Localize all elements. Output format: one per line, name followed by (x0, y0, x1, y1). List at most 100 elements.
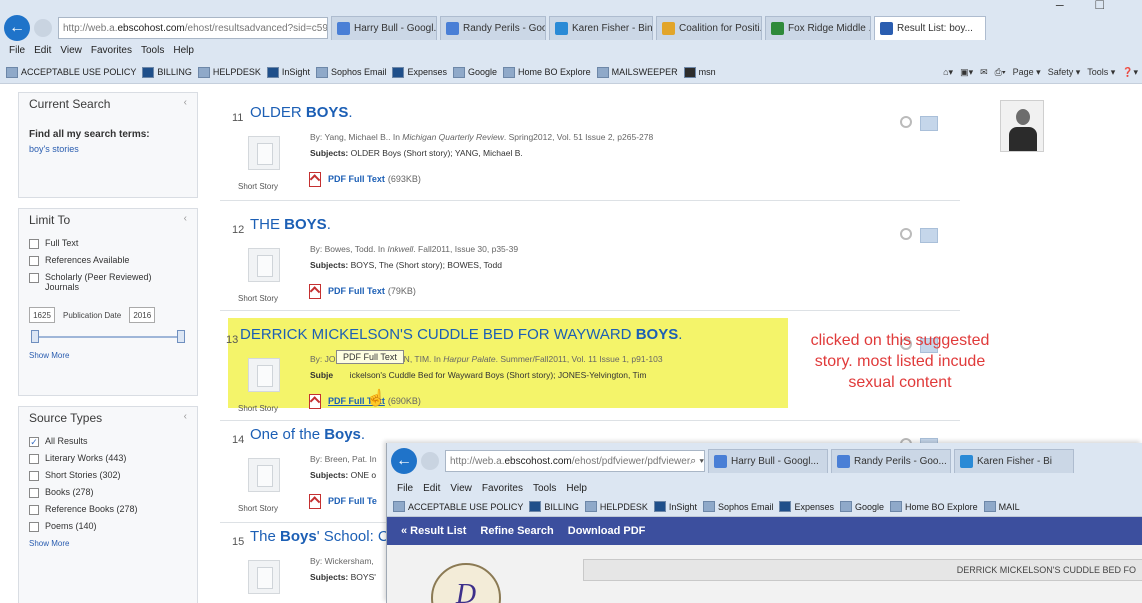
page-menu[interactable]: Page ▾ (1013, 67, 1041, 78)
menu-tools[interactable]: Tools (141, 45, 164, 61)
menu-file[interactable]: File (9, 45, 25, 61)
menu-edit[interactable]: Edit (423, 483, 440, 497)
tab-karen-fisher[interactable]: Karen Fisher - Bi (954, 449, 1074, 473)
result-title[interactable]: One of the Boys. (250, 426, 365, 443)
pdf-full-text-link[interactable]: PDF Full Text (693KB) (308, 172, 421, 187)
menu-file[interactable]: File (397, 483, 413, 497)
forward-button[interactable] (34, 19, 52, 37)
fav-expenses[interactable]: Expenses (392, 66, 447, 78)
fav-sophos[interactable]: Sophos Email (315, 66, 386, 78)
tab-randy-perils[interactable]: Randy Perils - Goo... (440, 16, 546, 40)
menu-edit[interactable]: Edit (34, 45, 51, 61)
result-title[interactable]: THE BOYS. (250, 216, 331, 233)
home-icon[interactable]: ⌂▾ (943, 67, 953, 78)
fav-home-bo[interactable]: Home BO Explore (503, 66, 591, 78)
pdf-full-text-link[interactable]: PDF Full Text (79KB) (308, 284, 416, 299)
search-term-link[interactable]: boy's stories (19, 144, 197, 154)
menu-view[interactable]: View (450, 483, 472, 497)
tab-fox-ridge[interactable]: Fox Ridge Middle ... (765, 16, 871, 40)
fav-home-bo[interactable]: Home BO Explore (890, 501, 978, 512)
source-all-results[interactable]: ✓ All Results (19, 433, 197, 450)
preview-icon[interactable] (900, 228, 912, 240)
date-to-input[interactable]: 2016 (129, 307, 156, 323)
tab-coalition[interactable]: Coalition for Positi... (656, 16, 762, 40)
fav-acceptable-use[interactable]: ACCEPTABLE USE POLICY (6, 66, 136, 78)
source-reference-books[interactable]: Reference Books (278) (19, 501, 197, 518)
tab-randy-perils[interactable]: Randy Perils - Goo... (831, 449, 951, 473)
window-controls[interactable]: – □ (1056, 0, 1118, 12)
collapse-icon[interactable]: ‹ (184, 411, 187, 422)
menu-favorites[interactable]: Favorites (482, 483, 523, 497)
result-list-link[interactable]: « Result List (401, 525, 466, 537)
folder-icon[interactable] (920, 228, 938, 243)
menu-view[interactable]: View (60, 45, 82, 61)
source-literary-works[interactable]: Literary Works (443) (19, 450, 197, 467)
date-slider[interactable] (31, 329, 185, 345)
slider-thumb-end[interactable] (177, 330, 185, 343)
checkbox[interactable] (29, 505, 39, 515)
fav-mailsweeper[interactable]: MAILSWEEPER (596, 66, 678, 78)
address-bar[interactable]: http://web.a. ebscohost.com/ehost/results… (58, 17, 328, 39)
menu-favorites[interactable]: Favorites (91, 45, 132, 61)
limit-full-text[interactable]: Full Text (19, 235, 197, 252)
source-short-stories[interactable]: Short Stories (302) (19, 467, 197, 484)
fav-insight[interactable]: InSight (653, 501, 697, 512)
checkbox[interactable] (29, 239, 39, 249)
folder-icon[interactable] (920, 116, 938, 131)
menu-help[interactable]: Help (173, 45, 194, 61)
checkbox[interactable] (29, 522, 39, 532)
back-button[interactable]: ← (4, 15, 30, 41)
tab-result-list[interactable]: Result List: boy... (874, 16, 986, 40)
mail-icon[interactable]: ✉ (980, 67, 988, 78)
checkbox-checked[interactable]: ✓ (29, 437, 39, 447)
fav-sophos[interactable]: Sophos Email (702, 501, 773, 512)
result-title[interactable]: OLDER BOYS. (250, 104, 353, 121)
fav-billing[interactable]: BILLING (529, 501, 579, 512)
address-controls[interactable]: ⌕ ▾ ↻ (690, 455, 704, 468)
tab-karen-fisher[interactable]: Karen Fisher - Bing (549, 16, 653, 40)
slider-thumb-start[interactable] (31, 330, 39, 343)
back-button[interactable]: ← (391, 448, 417, 474)
menu-help[interactable]: Help (566, 483, 587, 497)
refine-search-link[interactable]: Refine Search (480, 525, 553, 537)
fav-helpdesk[interactable]: HELPDESK (584, 501, 648, 512)
fav-billing[interactable]: BILLING (142, 66, 192, 78)
source-books[interactable]: Books (278) (19, 484, 197, 501)
fav-helpdesk[interactable]: HELPDESK (197, 66, 261, 78)
tab-harry-bull[interactable]: Harry Bull - Googl... (331, 16, 437, 40)
tools-menu[interactable]: Tools ▾ (1087, 67, 1115, 78)
menu-tools[interactable]: Tools (533, 483, 556, 497)
help-icon[interactable]: ❓▾ (1122, 67, 1138, 78)
fav-mail[interactable]: MAIL (983, 501, 1020, 512)
source-poems[interactable]: Poems (140) (19, 518, 197, 535)
limit-scholarly[interactable]: Scholarly (Peer Reviewed) Journals (19, 269, 197, 295)
checkbox[interactable] (29, 256, 39, 266)
feeds-icon[interactable]: ▣▾ (960, 67, 973, 78)
tab-harry-bull[interactable]: Harry Bull - Googl... (708, 449, 828, 473)
download-pdf-link[interactable]: Download PDF (568, 525, 646, 537)
fav-acceptable-use[interactable]: ACCEPTABLE USE POLICY (393, 501, 523, 512)
fav-expenses[interactable]: Expenses (779, 501, 834, 512)
pdf-full-text-link[interactable]: PDF Full Text (690KB) (308, 394, 421, 409)
safety-menu[interactable]: Safety ▾ (1048, 67, 1081, 78)
result-title[interactable]: The Boys' School: C (250, 528, 389, 545)
forward-button[interactable] (421, 452, 439, 470)
collapse-icon[interactable]: ‹ (184, 97, 187, 108)
checkbox[interactable] (29, 454, 39, 464)
checkbox[interactable] (29, 471, 39, 481)
fav-insight[interactable]: InSight (266, 66, 310, 78)
preview-icon[interactable] (900, 116, 912, 128)
print-icon[interactable]: ⎙▾ (995, 67, 1006, 78)
show-more-link[interactable]: Show More (19, 347, 197, 366)
checkbox[interactable] (29, 488, 39, 498)
fav-msn[interactable]: msn (683, 66, 716, 78)
fav-google[interactable]: Google (840, 501, 884, 512)
result-title[interactable]: DERRICK MICKELSON'S CUDDLE BED FOR WAYWA… (240, 326, 682, 343)
pdf-full-text-link[interactable]: PDF Full Te (308, 494, 377, 509)
checkbox[interactable] (29, 273, 39, 283)
limit-references[interactable]: References Available (19, 252, 197, 269)
address-bar[interactable]: http://web.a. ebscohost.com/ehost/pdfview… (445, 450, 705, 472)
date-from-input[interactable]: 1625 (29, 307, 55, 323)
collapse-icon[interactable]: ‹ (184, 213, 187, 224)
fav-google[interactable]: Google (453, 66, 497, 78)
